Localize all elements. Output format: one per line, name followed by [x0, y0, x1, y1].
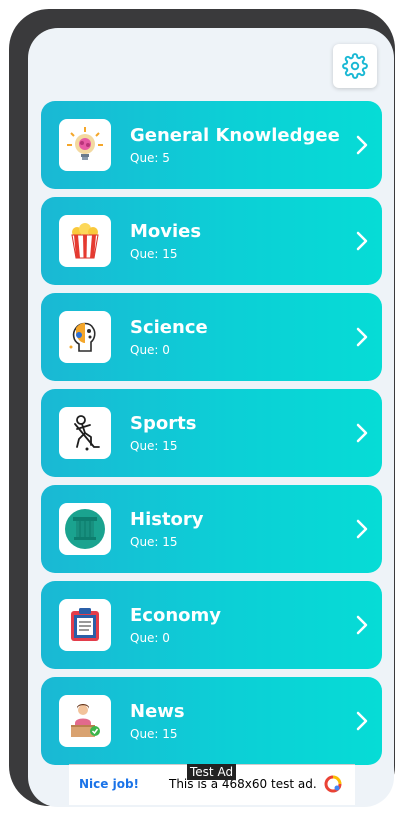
question-count: Que: 0 [130, 343, 170, 357]
icon-box [59, 599, 111, 651]
category-title: News [130, 701, 185, 722]
chevron-right-icon [356, 519, 368, 539]
category-card-economy[interactable]: Economy Que: 0 [41, 581, 382, 669]
app-screen: General Knowledgee Que: 5 Movies Que: 15… [28, 28, 394, 807]
question-count: Que: 5 [130, 151, 170, 165]
hockey-player-icon [74, 415, 100, 451]
category-card-science[interactable]: Science Que: 0 [41, 293, 382, 381]
icon-box [59, 695, 111, 747]
category-title: Sports [130, 413, 197, 434]
chevron-right-icon [356, 231, 368, 251]
ad-headline: Nice job! [79, 777, 140, 791]
icon-box [59, 311, 111, 363]
icon-box [59, 503, 111, 555]
icon-box [59, 119, 111, 171]
chevron-right-icon [356, 135, 368, 155]
chevron-right-icon [356, 615, 368, 635]
category-title: General Knowledgee [130, 125, 340, 146]
question-count: Que: 15 [130, 727, 178, 741]
column-icon [65, 509, 105, 549]
ad-logo-icon [324, 775, 342, 793]
category-card-movies[interactable]: Movies Que: 15 [41, 197, 382, 285]
science-head-icon [69, 322, 96, 352]
clipboard-icon [71, 608, 99, 641]
category-title: Economy [130, 605, 222, 626]
category-card-general-knowledge[interactable]: General Knowledgee Que: 5 [41, 101, 382, 189]
icon-box [59, 215, 111, 267]
chevron-right-icon [356, 711, 368, 731]
category-title: Science [130, 317, 208, 338]
chevron-right-icon [356, 423, 368, 443]
category-title: Movies [130, 221, 202, 242]
chevron-right-icon [356, 327, 368, 347]
icon-box [59, 407, 111, 459]
brain-bulb-icon [67, 127, 103, 160]
category-card-news[interactable]: News Que: 15 [41, 677, 382, 765]
ad-label: Test Ad [187, 764, 237, 780]
question-count: Que: 15 [130, 535, 178, 549]
category-title: History [130, 509, 204, 530]
question-count: Que: 0 [130, 631, 170, 645]
question-count: Que: 15 [130, 439, 178, 453]
news-presenter-icon [71, 704, 100, 737]
phone-frame: General Knowledgee Que: 5 Movies Que: 15… [9, 9, 395, 807]
category-card-history[interactable]: History Que: 15 [41, 485, 382, 573]
question-count: Que: 15 [130, 247, 178, 261]
popcorn-icon [71, 223, 99, 259]
settings-button[interactable] [333, 44, 377, 88]
category-card-sports[interactable]: Sports Que: 15 [41, 389, 382, 477]
gear-icon [342, 53, 368, 79]
